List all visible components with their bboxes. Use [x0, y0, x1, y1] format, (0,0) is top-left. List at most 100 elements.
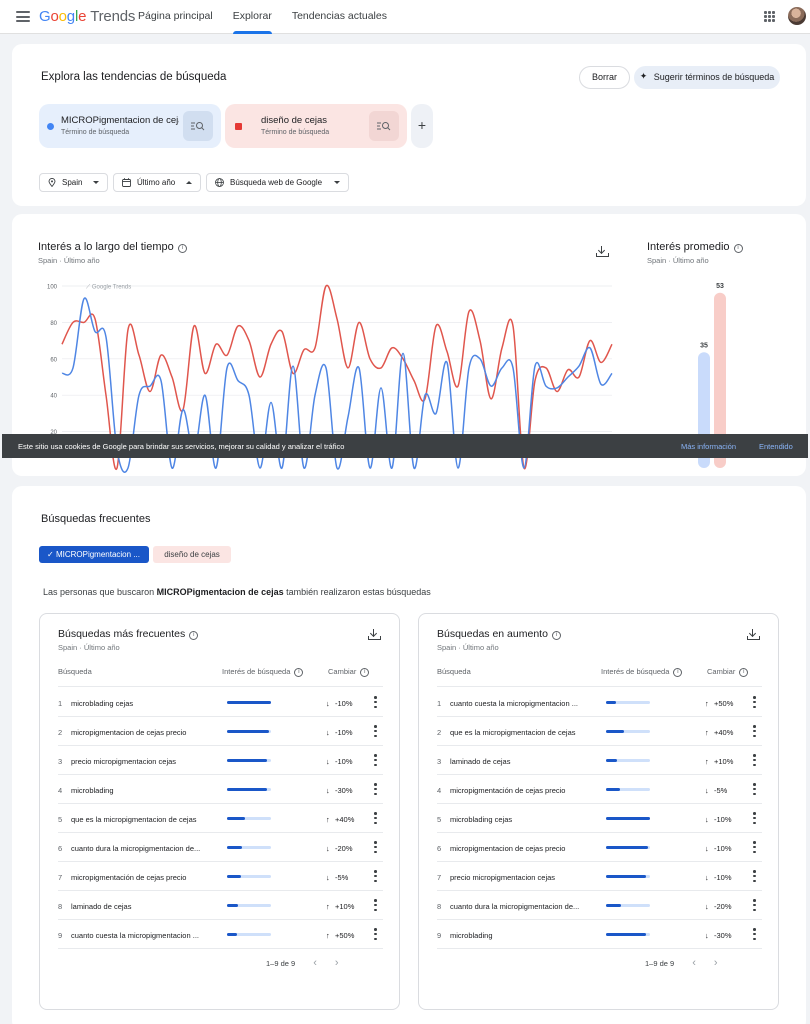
table-row[interactable]: 9 microblading ↓ -30% [437, 920, 762, 949]
table-row[interactable]: 8 cuanto dura la micropigmentacion de... ↓… [437, 891, 762, 920]
more-vert-icon[interactable] [753, 870, 756, 882]
more-vert-icon[interactable] [753, 754, 756, 766]
table-row[interactable]: 3 laminado de cejas ↑ +10% [437, 746, 762, 775]
period-filter[interactable]: Último año [113, 173, 201, 192]
nav-home[interactable]: Página principal [128, 0, 223, 34]
add-term-button[interactable]: + [411, 104, 433, 148]
table-row[interactable]: 7 precio micropigmentacion cejas ↓ -10% [437, 862, 762, 891]
download-icon[interactable] [368, 629, 381, 640]
table-row[interactable]: 4 micropigmentación de cejas precio ↓ -5% [437, 775, 762, 804]
avatar[interactable] [788, 7, 806, 25]
more-vert-icon[interactable] [374, 754, 377, 766]
row-query[interactable]: cuanto dura la micropigmentacion de... [450, 902, 595, 911]
term-1-search-icon[interactable] [183, 111, 213, 141]
nav-trending-now[interactable]: Tendencias actuales [282, 0, 397, 34]
table-row[interactable]: 1 cuanto cuesta la micropigmentacion ... ↑… [437, 688, 762, 717]
row-query[interactable]: cuanto cuesta la micropigmentacion ... [71, 931, 216, 940]
table-row[interactable]: 2 que es la micropigmentacion de cejas ↑ +4… [437, 717, 762, 746]
more-vert-icon[interactable] [374, 696, 377, 708]
table-row[interactable]: 9 cuanto cuesta la micropigmentacion ... ↑… [58, 920, 383, 949]
row-query[interactable]: microblading cejas [450, 815, 595, 824]
row-query[interactable]: microblading [450, 931, 595, 940]
table-row[interactable]: 1 microblading cejas ↓ -10% [58, 688, 383, 717]
more-vert-icon[interactable] [753, 841, 756, 853]
term-1-name[interactable]: MICROPigmentacion de cejas [61, 115, 179, 126]
interest-bar-fill [606, 875, 647, 878]
row-query[interactable]: laminado de cejas [71, 902, 216, 911]
interest-bar-fill [227, 701, 271, 704]
more-vert-icon[interactable] [374, 841, 377, 853]
search-type-filter[interactable]: Búsqueda web de Google [206, 173, 349, 192]
cookie-ok-button[interactable]: Entendido [759, 442, 793, 451]
more-vert-icon[interactable] [374, 783, 377, 795]
row-query[interactable]: precio micropigmentacion cejas [450, 873, 595, 882]
more-vert-icon[interactable] [753, 696, 756, 708]
chevron-left-icon[interactable]: ‹ [313, 957, 317, 969]
table-row[interactable]: 5 microblading cejas ↓ -10% [437, 804, 762, 833]
more-vert-icon[interactable] [753, 899, 756, 911]
table-row[interactable]: 2 micropigmentacion de cejas precio ↓ -10% [58, 717, 383, 746]
info-icon[interactable]: i [189, 631, 199, 640]
search-term-2[interactable]: diseño de cejas Término de búsqueda [225, 104, 407, 148]
info-icon[interactable]: i [294, 668, 304, 677]
table-row[interactable]: 3 precio micropigmentacion cejas ↓ -10% [58, 746, 383, 775]
row-query[interactable]: laminado de cejas [450, 757, 595, 766]
row-change-value: +40% [335, 815, 355, 824]
interest-bar [227, 759, 271, 762]
row-query[interactable]: que es la micropigmentacion de cejas [450, 728, 595, 737]
cookie-more-info-link[interactable]: Más información [681, 442, 736, 451]
chevron-right-icon[interactable]: › [714, 957, 718, 969]
info-icon[interactable]: i [739, 668, 749, 677]
term-2-search-icon[interactable] [369, 111, 399, 141]
search-term-1[interactable]: MICROPigmentacion de cejas Término de bú… [39, 104, 221, 148]
row-query[interactable]: micropigmentacion de cejas precio [71, 728, 216, 737]
info-icon[interactable]: i [551, 631, 561, 640]
row-query[interactable]: micropigmentación de cejas precio [450, 786, 595, 795]
info-icon[interactable]: i [673, 668, 683, 677]
chip-term-1[interactable]: ✓ MICROPigmentacion ... [39, 546, 149, 563]
row-query[interactable]: micropigmentacion de cejas precio [450, 844, 595, 853]
row-query[interactable]: microblading [71, 786, 216, 795]
clear-button[interactable]: Borrar [579, 66, 630, 89]
suggest-terms-button[interactable]: Sugerir términos de búsqueda [634, 66, 780, 89]
more-vert-icon[interactable] [374, 870, 377, 882]
more-vert-icon[interactable] [753, 725, 756, 737]
table-row[interactable]: 5 que es la micropigmentacion de cejas ↑ +4… [58, 804, 383, 833]
row-query[interactable]: que es la micropigmentacion de cejas [71, 815, 216, 824]
more-vert-icon[interactable] [374, 812, 377, 824]
table-row[interactable]: 8 laminado de cejas ↑ +10% [58, 891, 383, 920]
row-change-value: -10% [335, 728, 353, 737]
more-vert-icon[interactable] [374, 928, 377, 940]
row-change: ↓ -30% [705, 931, 739, 940]
table-row[interactable]: 6 cuanto dura la micropigmentacion de... ↓… [58, 833, 383, 862]
more-vert-icon[interactable] [374, 899, 377, 911]
term-1-color-dot [47, 123, 54, 130]
row-query[interactable]: micropigmentación de cejas precio [71, 873, 216, 882]
nav-explore[interactable]: Explorar [223, 0, 282, 34]
row-query[interactable]: precio micropigmentacion cejas [71, 757, 216, 766]
row-query[interactable]: cuanto dura la micropigmentacion de... [71, 844, 216, 853]
more-vert-icon[interactable] [753, 812, 756, 824]
chevron-right-icon[interactable]: › [335, 957, 339, 969]
term-2-name[interactable]: diseño de cejas [261, 115, 379, 126]
more-vert-icon[interactable] [374, 725, 377, 737]
term-chips: ✓ MICROPigmentacion ... diseño de cejas [39, 546, 231, 563]
location-filter[interactable]: Spain [39, 173, 108, 192]
interest-bar [227, 788, 271, 791]
table-row[interactable]: 6 micropigmentacion de cejas precio ↓ -10% [437, 833, 762, 862]
apps-grid-icon[interactable] [764, 11, 775, 22]
chevron-up-icon [186, 181, 192, 184]
download-icon[interactable] [747, 629, 760, 640]
info-icon[interactable]: i [360, 668, 370, 677]
chip-term-2[interactable]: diseño de cejas [153, 546, 231, 563]
table-row[interactable]: 4 microblading ↓ -30% [58, 775, 383, 804]
table-row[interactable]: 7 micropigmentación de cejas precio ↓ -5% [58, 862, 383, 891]
row-query[interactable]: microblading cejas [71, 699, 216, 708]
chevron-left-icon[interactable]: ‹ [692, 957, 696, 969]
more-vert-icon[interactable] [753, 928, 756, 940]
more-vert-icon[interactable] [753, 783, 756, 795]
row-change-value: -5% [335, 873, 349, 882]
menu-icon[interactable] [16, 11, 30, 22]
google-trends-logo[interactable]: Google Trends [39, 8, 135, 25]
row-query[interactable]: cuanto cuesta la micropigmentacion ... [450, 699, 595, 708]
